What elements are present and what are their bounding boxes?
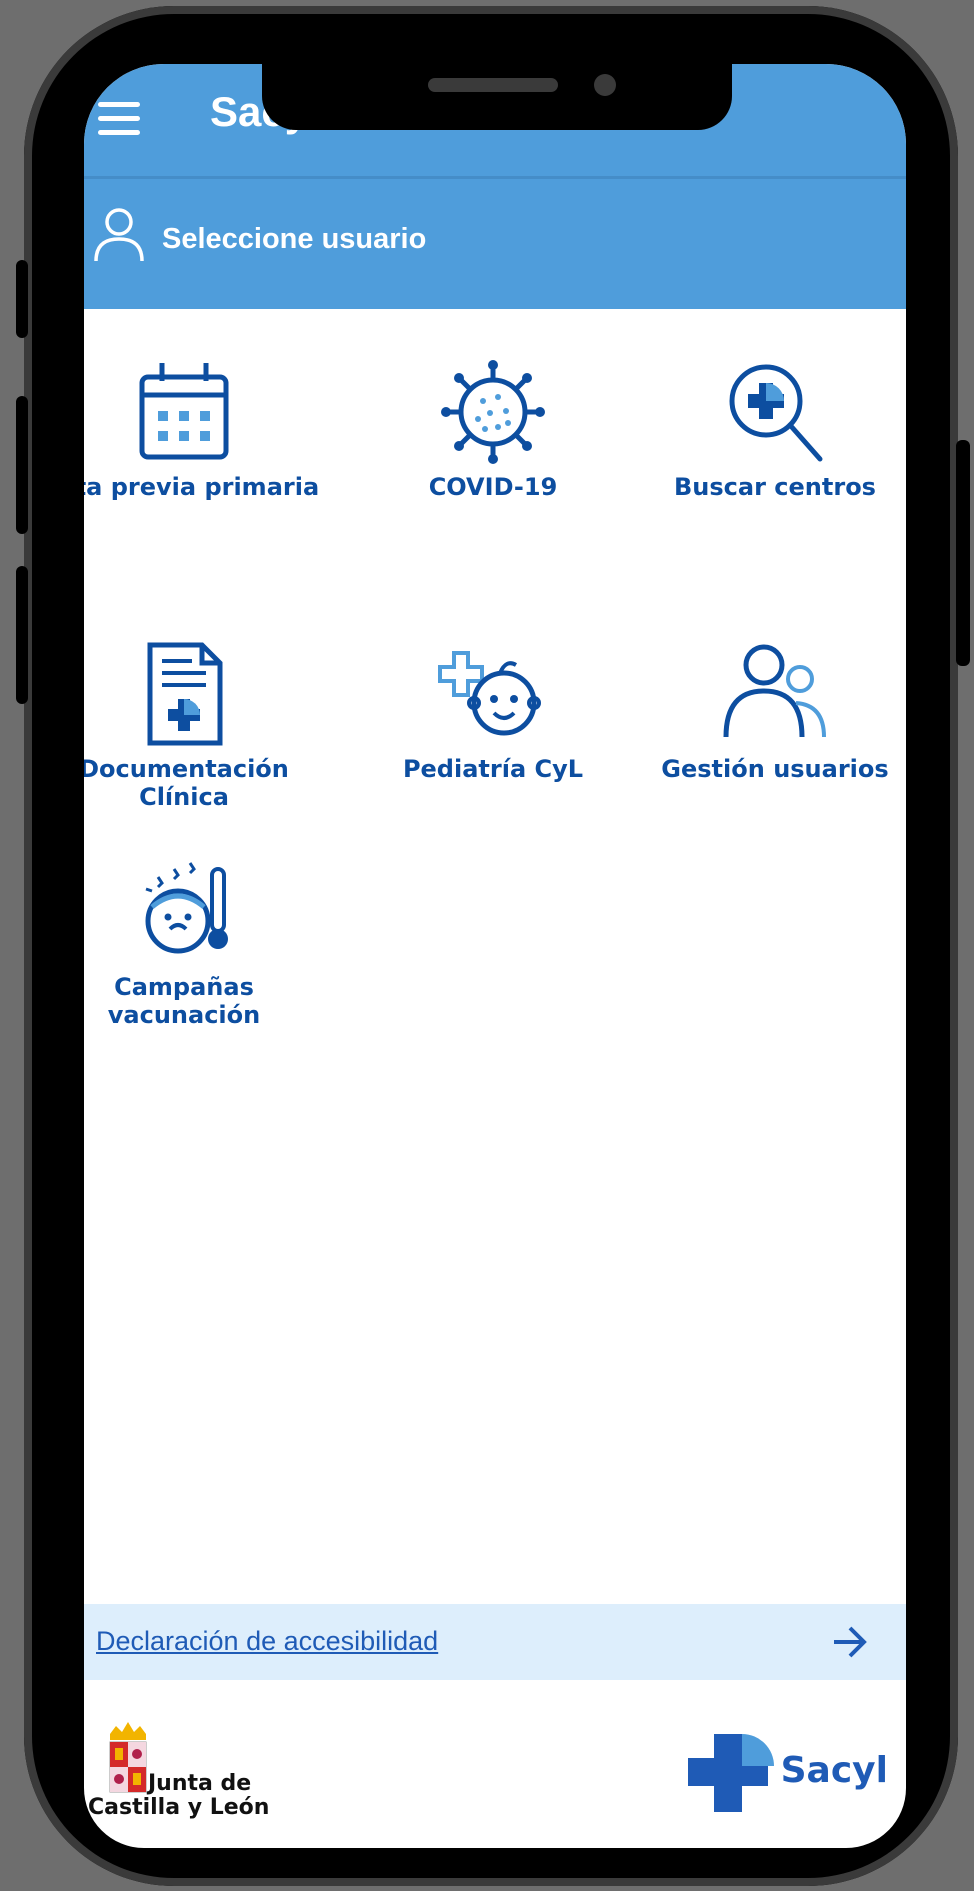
tile-cita-previa[interactable]: Cita previa primaria <box>84 359 324 501</box>
tile-gestion-usuarios[interactable]: Gestión usuarios <box>635 641 906 783</box>
baby-face-icon <box>438 651 541 736</box>
front-camera <box>594 74 616 96</box>
side-button-volume-up <box>16 396 28 534</box>
tile-label: Campañas vacunación <box>107 973 261 1029</box>
fever-face-icon <box>145 862 228 954</box>
tile-documentacion-clinica[interactable]: Documentación Clínica <box>84 641 324 811</box>
tile-covid-19[interactable]: COVID-19 <box>353 359 633 501</box>
select-user-label: Seleccione usuario <box>162 223 427 255</box>
accessibility-link[interactable]: Declaración de accesibilidad <box>96 1626 438 1657</box>
sacyl-wordmark: Sacyl <box>780 1750 888 1791</box>
side-button-power <box>956 440 970 666</box>
speaker-grille <box>428 78 558 92</box>
app-screen: Sacyl Conecta Seleccione usuario C <box>84 64 906 1848</box>
side-button-mute <box>16 260 28 338</box>
tile-label: Buscar centros <box>674 473 876 501</box>
tile-label: COVID-19 <box>428 473 558 501</box>
arrow-right-icon <box>834 1626 867 1658</box>
junta-logo-line-1: Junta de <box>148 1771 252 1796</box>
tile-label: Gestión usuarios <box>661 755 889 783</box>
document-plus-icon <box>147 642 223 746</box>
select-user-bar[interactable]: Seleccione usuario <box>84 179 906 309</box>
tile-campanas-vacunacion[interactable]: Campañas vacunación <box>84 859 324 1029</box>
junta-castilla-leon-logo: Junta de Castilla y León <box>88 1720 296 1830</box>
phone-notch <box>262 64 732 130</box>
tile-label: Documentación Clínica <box>84 755 289 811</box>
tile-label: Pediatría CyL <box>402 755 584 783</box>
users-icon <box>723 644 826 738</box>
accessibility-row[interactable]: Declaración de accesibilidad <box>84 1604 906 1680</box>
virus-icon <box>441 360 545 464</box>
tile-label: Cita previa primaria <box>84 473 320 501</box>
user-icon <box>94 208 144 262</box>
tile-pediatria-cyl[interactable]: Pediatría CyL <box>353 641 633 783</box>
hamburger-menu-icon[interactable] <box>98 102 140 136</box>
junta-logo-line-2: Castilla y León <box>88 1795 270 1820</box>
search-plus-icon <box>729 364 823 462</box>
calendar-icon <box>139 363 229 460</box>
footer: Junta de Castilla y León Sacyl <box>84 1714 906 1848</box>
tile-buscar-centros[interactable]: Buscar centros <box>635 359 906 501</box>
side-button-volume-down <box>16 566 28 704</box>
coat-of-arms-icon <box>109 1722 147 1793</box>
